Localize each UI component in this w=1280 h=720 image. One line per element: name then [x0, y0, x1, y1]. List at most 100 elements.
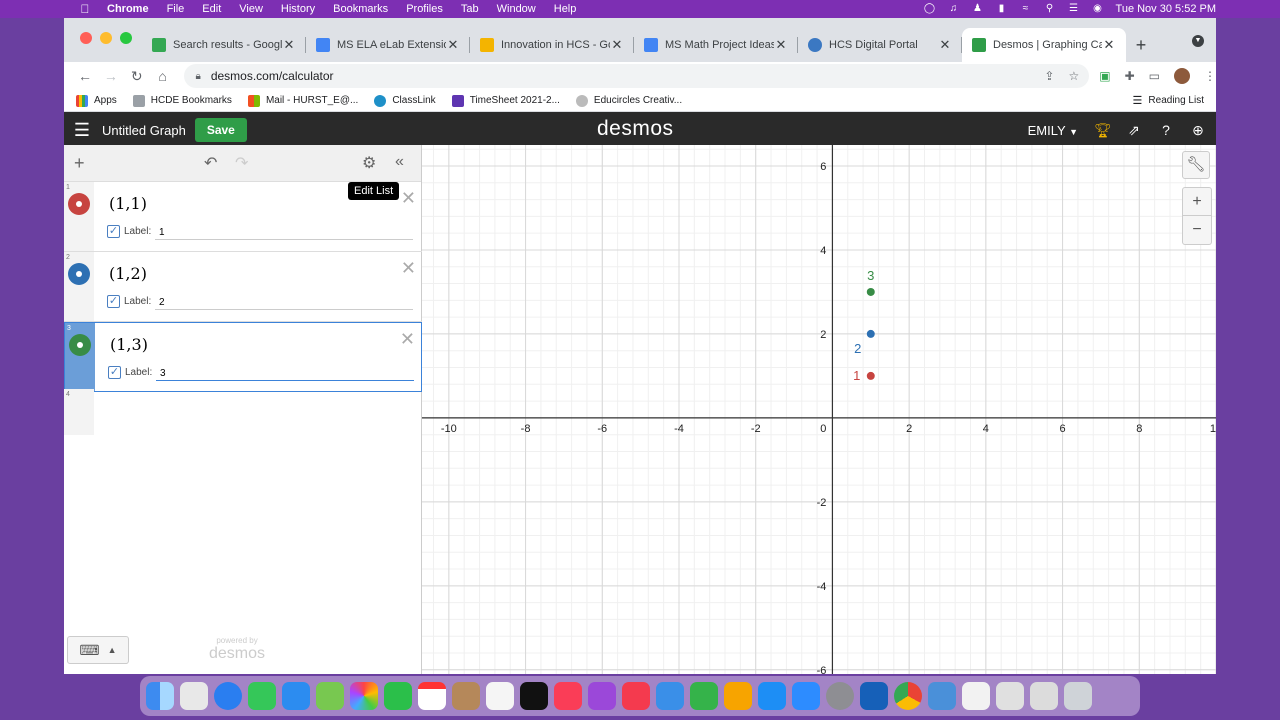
- app-store-icon[interactable]: [758, 682, 786, 710]
- label-input[interactable]: 2: [155, 292, 413, 310]
- user-icon[interactable]: ♟: [972, 4, 984, 14]
- bookmark-hcde[interactable]: HCDE Bookmarks: [132, 94, 232, 107]
- calendar-icon[interactable]: [418, 682, 446, 710]
- puzzle-icon[interactable]: ✚: [1125, 69, 1135, 83]
- undo-icon[interactable]: ↶: [204, 153, 217, 173]
- reading-list-button[interactable]: ☰ Reading List: [1133, 94, 1204, 107]
- clock[interactable]: Tue Nov 30 5:52 PM: [1116, 3, 1216, 15]
- bookmark-apps[interactable]: Apps: [76, 94, 117, 107]
- wifi-icon[interactable]: ≈: [1020, 4, 1032, 14]
- apple-icon[interactable]: : [72, 2, 98, 16]
- bookmark-educircles[interactable]: Educircles Creativ...: [575, 94, 682, 107]
- forward-arrow-icon[interactable]: →: [98, 68, 124, 84]
- gear-icon[interactable]: ⚙: [362, 153, 376, 173]
- tv-icon[interactable]: [520, 682, 548, 710]
- tab-ela-elab[interactable]: MS ELA eLab Extension ✕: [306, 28, 470, 62]
- finder-icon[interactable]: [146, 682, 174, 710]
- collapse-panel-icon[interactable]: «: [395, 153, 404, 171]
- cast-icon[interactable]: ▭: [1149, 69, 1160, 83]
- preview-icon[interactable]: [928, 682, 956, 710]
- numbers-icon[interactable]: [690, 682, 718, 710]
- label-input[interactable]: 3: [156, 363, 414, 381]
- system-preferences-icon[interactable]: [826, 682, 854, 710]
- expression-latex[interactable]: (1,2): [109, 264, 147, 283]
- powered-by-desmos[interactable]: powered by desmos: [209, 636, 265, 663]
- tab-search-icon[interactable]: ▼: [1192, 35, 1204, 47]
- trophy-icon[interactable]: 🏆︎: [1094, 122, 1112, 138]
- podcasts-icon[interactable]: [588, 682, 616, 710]
- menu-view[interactable]: View: [239, 3, 263, 15]
- share-graph-icon[interactable]: ⇗: [1126, 122, 1142, 138]
- save-button[interactable]: Save: [194, 118, 247, 142]
- checkbox-icon[interactable]: ✓: [108, 366, 121, 379]
- lock-icon[interactable]: 🔒︎: [196, 71, 201, 82]
- delete-expression-icon[interactable]: ✕: [401, 188, 416, 209]
- minimize-window-button[interactable]: [100, 32, 112, 44]
- facetime-icon[interactable]: [384, 682, 412, 710]
- menu-profiles[interactable]: Profiles: [406, 3, 443, 15]
- launchpad-icon[interactable]: [180, 682, 208, 710]
- delete-expression-icon[interactable]: ✕: [400, 329, 415, 350]
- outlook-icon[interactable]: [860, 682, 888, 710]
- expression-row-active[interactable]: 3 (1,3) ✕ ✓ Label: 3: [64, 322, 422, 392]
- tab-math-project[interactable]: MS Math Project Ideas ✕: [634, 28, 798, 62]
- control-center-icon[interactable]: ☰: [1068, 4, 1080, 14]
- graph-settings-wrench-icon[interactable]: 🔧︎: [1182, 151, 1210, 179]
- chrome-icon[interactable]: [894, 682, 922, 710]
- close-icon[interactable]: ✕: [774, 37, 788, 53]
- point-color-icon[interactable]: [68, 263, 90, 285]
- label-toggle[interactable]: ✓ Label:: [108, 366, 152, 379]
- expression-latex[interactable]: (1,3): [110, 335, 148, 354]
- tab-desmos[interactable]: Desmos | Graphing Calculator ✕: [962, 28, 1126, 62]
- profile-avatar[interactable]: [1174, 68, 1190, 84]
- menu-app[interactable]: Chrome: [107, 3, 149, 15]
- zoom-window-button[interactable]: [120, 32, 132, 44]
- language-globe-icon[interactable]: ⊕: [1190, 122, 1206, 138]
- pages-icon[interactable]: [724, 682, 752, 710]
- menu-help[interactable]: Help: [554, 3, 577, 15]
- bookmark-mail[interactable]: Mail - HURST_E@...: [247, 94, 358, 107]
- bookmark-classlink[interactable]: ClassLink: [374, 94, 436, 107]
- reminders-icon[interactable]: [486, 682, 514, 710]
- photos-icon[interactable]: [350, 682, 378, 710]
- close-icon[interactable]: ✕: [446, 37, 460, 53]
- downloads-icon[interactable]: [1030, 682, 1058, 710]
- close-icon[interactable]: ✕: [1102, 37, 1116, 53]
- close-icon[interactable]: ✕: [610, 37, 624, 53]
- zoom-out-button[interactable]: −: [1183, 216, 1211, 244]
- menu-tab[interactable]: Tab: [461, 3, 479, 15]
- contacts-icon[interactable]: [452, 682, 480, 710]
- folder-stack-icon[interactable]: [996, 682, 1024, 710]
- expression-row[interactable]: 2 (1,2) ✕ ✓ Label: 2: [64, 252, 422, 322]
- menu-file[interactable]: File: [167, 3, 185, 15]
- label-input[interactable]: 1: [155, 222, 413, 240]
- bookmark-timesheet[interactable]: TimeSheet 2021-2...: [451, 94, 560, 107]
- point-color-icon[interactable]: [69, 334, 91, 356]
- maps-icon[interactable]: [316, 682, 344, 710]
- audio-icon[interactable]: ♫: [948, 4, 960, 14]
- music-icon[interactable]: [554, 682, 582, 710]
- mail-icon[interactable]: [282, 682, 310, 710]
- tab-google-drive[interactable]: Search results - Google Drive ✕: [142, 28, 306, 62]
- back-arrow-icon[interactable]: ←: [72, 68, 98, 84]
- checkbox-icon[interactable]: ✓: [107, 295, 120, 308]
- share-icon[interactable]: ⇪: [1044, 69, 1054, 83]
- menu-history[interactable]: History: [281, 3, 315, 15]
- news-icon[interactable]: [622, 682, 650, 710]
- safari-icon[interactable]: [214, 682, 242, 710]
- tab-hcs-portal[interactable]: HCS Digital Portal ✕: [798, 28, 962, 62]
- label-toggle[interactable]: ✓ Label:: [107, 295, 151, 308]
- reload-icon[interactable]: ↻: [124, 68, 150, 85]
- checkbox-icon[interactable]: ✓: [107, 225, 120, 238]
- star-icon[interactable]: ☆: [1068, 69, 1079, 83]
- keynote-icon[interactable]: [656, 682, 684, 710]
- keypad-toggle-button[interactable]: ⌨ ▲: [67, 636, 129, 664]
- tab-innovation-hcs[interactable]: Innovation in HCS - Google Slides ✕: [470, 28, 634, 62]
- redo-icon[interactable]: ↷: [235, 153, 248, 173]
- more-menu-icon[interactable]: ⋮: [1204, 69, 1216, 83]
- delete-expression-icon[interactable]: ✕: [401, 258, 416, 279]
- search-icon[interactable]: ⚲: [1044, 4, 1056, 14]
- close-window-button[interactable]: [80, 32, 92, 44]
- document-icon[interactable]: [962, 682, 990, 710]
- close-icon[interactable]: ✕: [938, 37, 952, 53]
